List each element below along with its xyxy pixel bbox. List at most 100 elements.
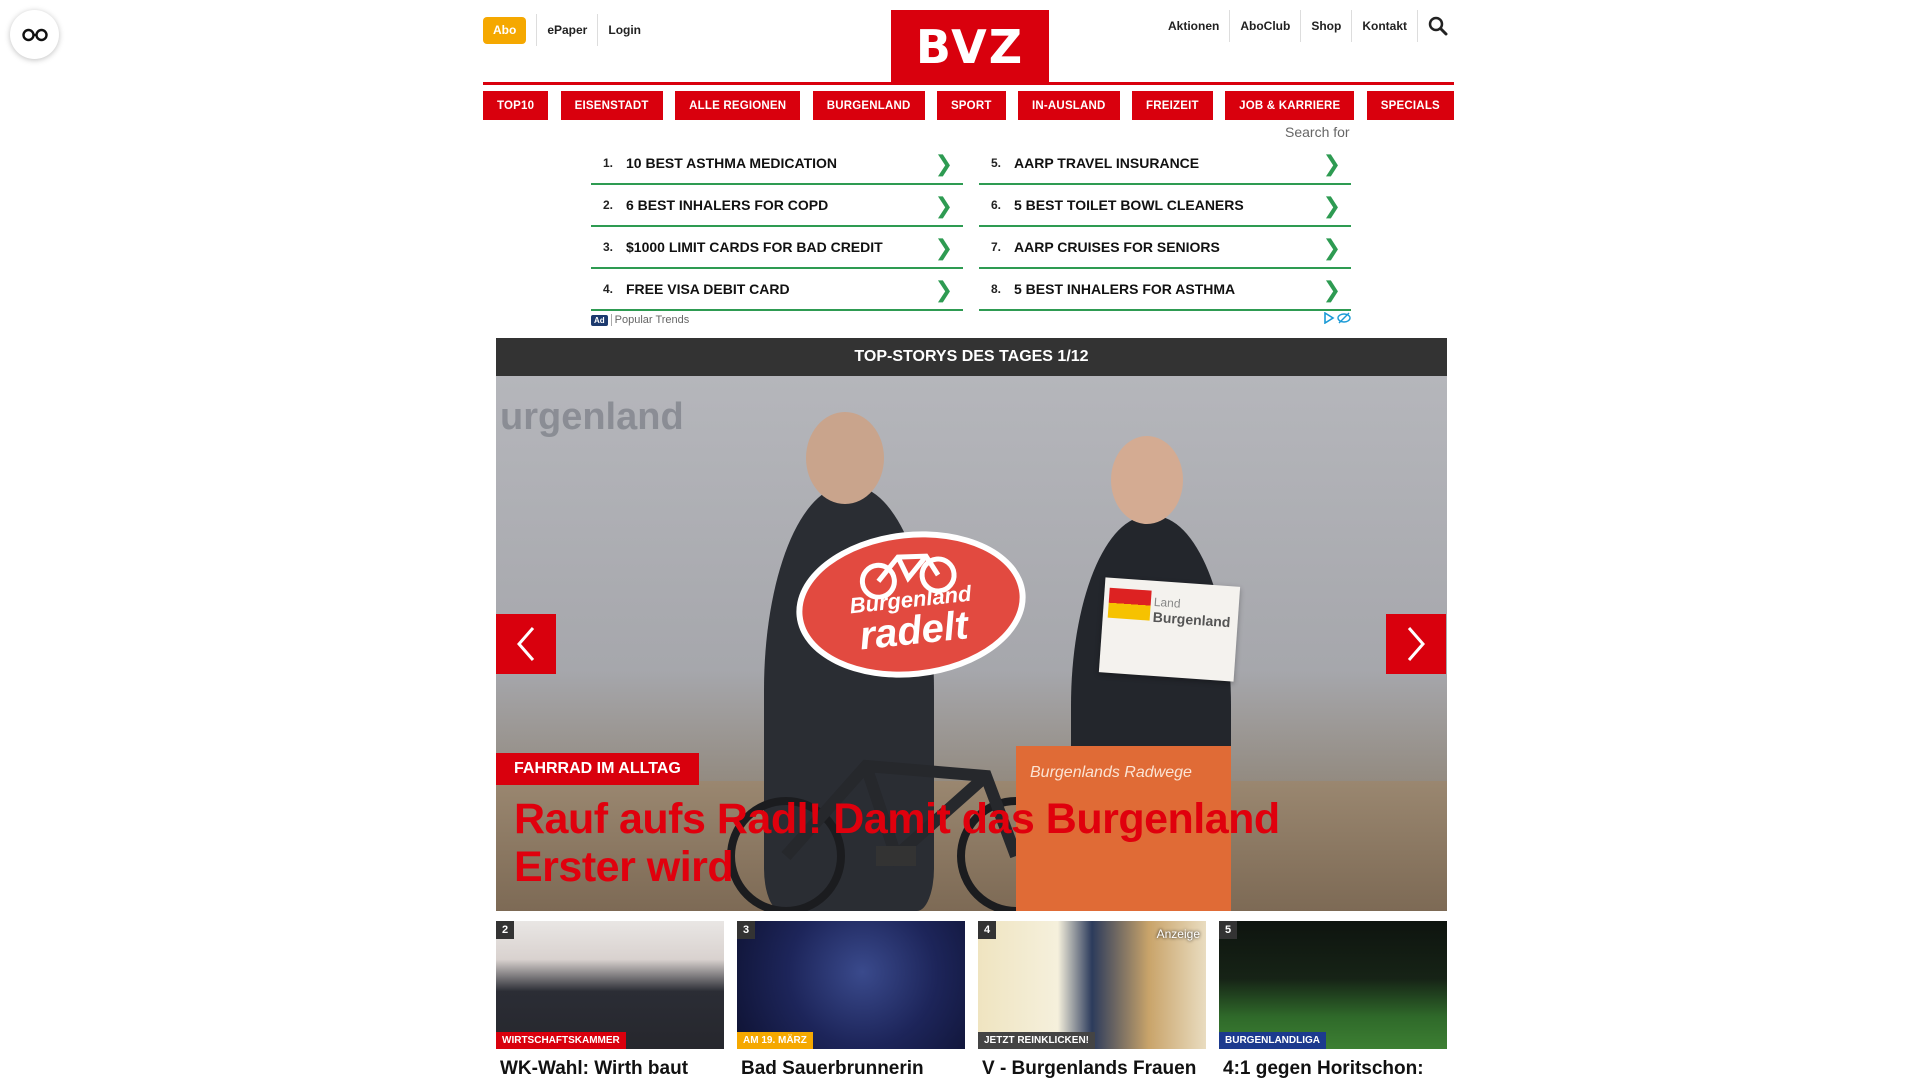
ad-item-label: 10 BEST ASTHMA MEDICATION (626, 155, 838, 171)
slider-prev-button[interactable] (496, 614, 556, 674)
page-container: Abo ePaper Login BVZ Aktionen AboClub Sh… (483, 0, 1454, 120)
ad-link-item[interactable]: 3. $1000 LIMIT CARDS FOR BAD CREDIT ❯ (591, 227, 963, 269)
teaser-number: 5 (1219, 921, 1237, 939)
ad-item-label: FREE VISA DEBIT CARD (626, 281, 790, 297)
teaser-tag: JETZT REINKLICKEN! (978, 1032, 1095, 1049)
ad-footer: Ad Popular Trends (591, 312, 1351, 328)
chevron-right-icon: ❯ (934, 277, 953, 302)
shop-link[interactable]: Shop (1301, 10, 1351, 42)
ad-item-number: 8. (991, 282, 1002, 296)
ad-item-number: 7. (991, 240, 1002, 254)
box-text: Burgenlands Radwege (1030, 764, 1192, 781)
teaser-tag: AM 19. MÄRZ (737, 1032, 813, 1049)
ad-search-list: 1. 10 BEST ASTHMA MEDICATION ❯ 5. AARP T… (591, 143, 1351, 311)
teaser-row: 2 WIRTSCHAFTSKAMMER WK-Wahl: Wirth baut … (496, 921, 1447, 1080)
teaser-tag: WIRTSCHAFTSKAMMER (496, 1032, 626, 1049)
person-man-head (806, 412, 884, 504)
ad-link-item[interactable]: 1. 10 BEST ASTHMA MEDICATION ❯ (591, 143, 963, 185)
teaser-card[interactable]: 4 Anzeige JETZT REINKLICKEN! V - Burgenl… (978, 921, 1206, 1080)
ad-item-label: 5 BEST INHALERS FOR ASTHMA (1014, 281, 1236, 297)
chevron-left-icon (517, 627, 535, 661)
teaser-image: 3 AM 19. MÄRZ (737, 921, 965, 1049)
teaser-title: V - Burgenlands Frauen - Hier geht's zum… (982, 1058, 1197, 1079)
nav-item-sport[interactable]: SPORT (936, 91, 1006, 120)
ad-item-label: AARP TRAVEL INSURANCE (1014, 155, 1200, 171)
anzeige-label: Anzeige (1156, 927, 1200, 941)
reader-mode-button[interactable] (10, 10, 59, 59)
sign-line-2: radelt (857, 602, 971, 658)
teaser-title: WK-Wahl: Wirth baut Wirtschaftsbund- (500, 1058, 689, 1079)
logo-text: BVZ (915, 19, 1025, 74)
utility-nav-right: Aktionen AboClub Shop Kontakt (1158, 10, 1454, 42)
divider (1417, 10, 1418, 42)
nav-item-top10[interactable]: TOP10 (483, 91, 549, 120)
login-link[interactable]: Login (598, 14, 651, 46)
ad-item-number: 4. (603, 282, 614, 296)
abo-button[interactable]: Abo (483, 16, 527, 44)
adchoices-icon (1324, 312, 1335, 324)
slider-next-button[interactable] (1386, 614, 1446, 674)
nav-item-specials[interactable]: SPECIALS (1366, 91, 1454, 120)
land-burgenland-card: Land Burgenland (1098, 577, 1241, 682)
ad-item-number: 5. (991, 156, 1002, 170)
ad-item-label: 5 BEST TOILET BOWL CLEANERS (1014, 197, 1244, 213)
teaser-image: 4 Anzeige JETZT REINKLICKEN! (978, 921, 1206, 1049)
ad-item-label: $1000 LIMIT CARDS FOR BAD CREDIT (626, 239, 883, 255)
site-header: Abo ePaper Login BVZ Aktionen AboClub Sh… (483, 0, 1454, 83)
aktionen-link[interactable]: Aktionen (1158, 10, 1229, 42)
hero-kicker: FAHRRAD IM ALLTAG (496, 753, 699, 785)
teaser-card[interactable]: 3 AM 19. MÄRZ Bad Sauerbrunnerin emma pr… (737, 921, 965, 1080)
chevron-right-icon: ❯ (1322, 193, 1341, 218)
teaser-tag: BURGENLANDLIGA (1219, 1032, 1326, 1049)
nav-item-job-karriere[interactable]: JOB & KARRIERE (1225, 91, 1355, 120)
nav-item-eisenstadt[interactable]: EISENSTADT (560, 91, 663, 120)
header-divider (483, 82, 1454, 85)
nav-item-alle-regionen[interactable]: ALLE REGIONEN (675, 91, 801, 120)
ad-badge: Ad (591, 314, 608, 326)
chevron-right-icon: ❯ (934, 151, 953, 176)
ad-item-number: 6. (991, 198, 1002, 212)
teaser-number: 4 (978, 921, 996, 939)
hero-headline[interactable]: Rauf aufs Radl! Damit das Burgenland Ers… (514, 795, 1374, 891)
person-woman-head (1111, 436, 1183, 524)
hide-ad-icon (1337, 312, 1351, 324)
wall-lettering: urgenland (500, 396, 684, 438)
ad-item-number: 1. (603, 156, 614, 170)
teaser-number: 2 (496, 921, 514, 939)
teaser-card[interactable]: 5 BURGENLANDLIGA 4:1 gegen Horitschon: E… (1219, 921, 1447, 1080)
ad-link-item[interactable]: 5. AARP TRAVEL INSURANCE ❯ (979, 143, 1351, 185)
top-stories-heading: TOP-STORYS DES TAGES 1/12 (496, 338, 1447, 376)
ad-link-item[interactable]: 7. AARP CRUISES FOR SENIORS ❯ (979, 227, 1351, 269)
nav-item-burgenland[interactable]: BURGENLAND (812, 91, 925, 120)
bvz-logo[interactable]: BVZ (891, 10, 1049, 83)
ad-link-item[interactable]: 8. 5 BEST INHALERS FOR ASTHMA ❯ (979, 269, 1351, 311)
ad-link-item[interactable]: 6. 5 BEST TOILET BOWL CLEANERS ❯ (979, 185, 1351, 227)
ad-choices[interactable] (1323, 312, 1351, 324)
nav-item-in-ausland[interactable]: IN-AUSLAND (1018, 91, 1120, 120)
chevron-right-icon: ❯ (1322, 277, 1341, 302)
ad-search-label: Search for (1285, 124, 1350, 140)
card-line-2: Burgenland (1152, 608, 1231, 631)
chevron-right-icon: ❯ (934, 235, 953, 260)
kontakt-link[interactable]: Kontakt (1352, 10, 1417, 42)
teaser-title: 4:1 gegen Horitschon: Edelserpentin feie… (1223, 1058, 1424, 1079)
teaser-card[interactable]: 2 WIRTSCHAFTSKAMMER WK-Wahl: Wirth baut … (496, 921, 724, 1080)
burgenland-flag (1107, 587, 1152, 621)
ad-link-item[interactable]: 2. 6 BEST INHALERS FOR COPD ❯ (591, 185, 963, 227)
chevron-right-icon: ❯ (934, 193, 953, 218)
utility-nav-left: Abo ePaper Login (483, 14, 651, 46)
aboclub-link[interactable]: AboClub (1230, 10, 1300, 42)
teaser-title: Bad Sauerbrunnerin emma präsentiert im T… (741, 1058, 924, 1079)
chevron-right-icon: ❯ (1322, 151, 1341, 176)
glasses-icon (21, 28, 48, 41)
nav-item-freizeit[interactable]: FREIZEIT (1132, 91, 1213, 120)
teaser-image: 5 BURGENLANDLIGA (1219, 921, 1447, 1049)
main-nav: TOP10 EISENSTADT ALLE REGIONEN BURGENLAN… (483, 91, 1454, 120)
ad-item-number: 2. (603, 198, 614, 212)
ad-item-label: AARP CRUISES FOR SENIORS (1014, 239, 1220, 255)
search-icon[interactable] (1422, 10, 1454, 42)
ad-item-number: 3. (603, 240, 614, 254)
epaper-link[interactable]: ePaper (537, 14, 597, 46)
ad-link-item[interactable]: 4. FREE VISA DEBIT CARD ❯ (591, 269, 963, 311)
teaser-image: 2 WIRTSCHAFTSKAMMER (496, 921, 724, 1049)
